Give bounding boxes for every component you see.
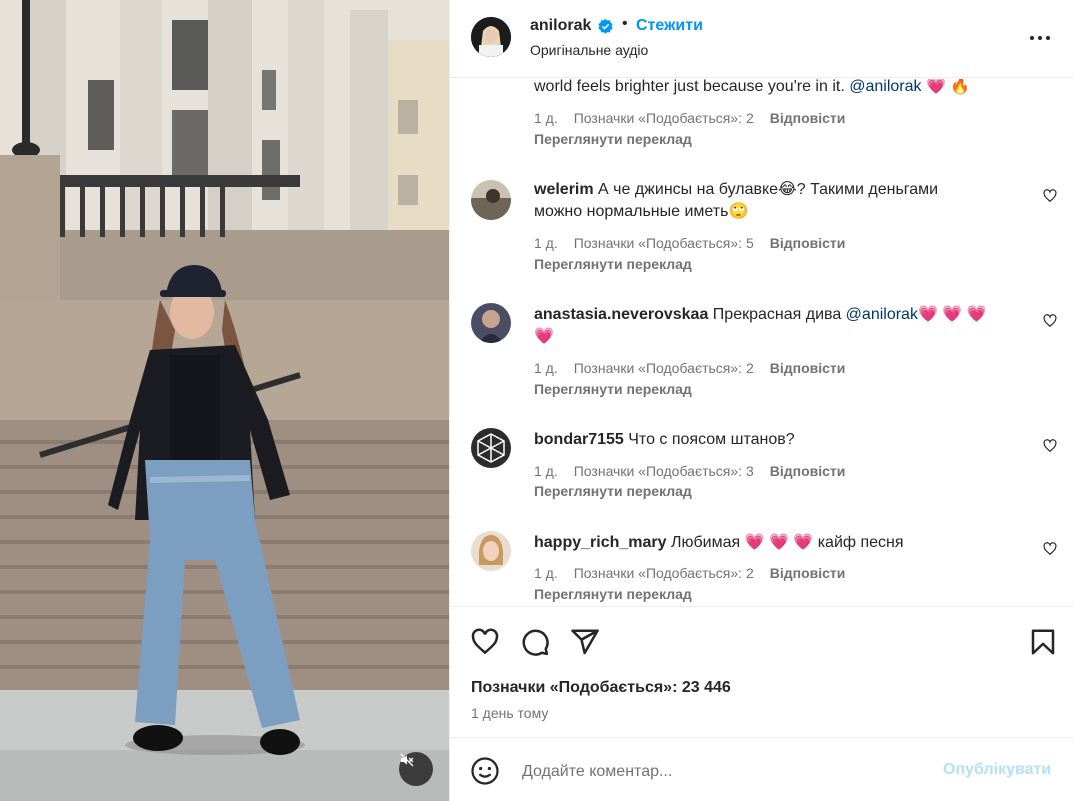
post-video[interactable]: [0, 0, 449, 801]
avatar-image: [471, 180, 511, 220]
comments-list[interactable]: world feels brighter just because you're…: [450, 79, 1074, 606]
avatar-image: [471, 17, 511, 57]
translate-link[interactable]: Переглянути переклад: [534, 483, 692, 499]
comment-time: 1 д.: [534, 235, 558, 251]
comment-time: 1 д.: [534, 565, 558, 581]
comment-meta: 1 д. Позначки «Подобається»: 2 Відповісти: [534, 110, 861, 126]
avatar-image: [471, 428, 511, 468]
commenter-avatar[interactable]: [471, 303, 511, 343]
comment-meta: 1 д. Позначки «Подобається»: 5 Відповісти: [534, 235, 861, 251]
comment-body: А че джинсы на булавке😂? Такими деньгами: [598, 181, 939, 198]
author-avatar[interactable]: [471, 17, 511, 57]
comment-meta: 1 д. Позначки «Подобається»: 2 Відповісти: [534, 565, 861, 581]
comment-body: Любимая: [670, 534, 745, 551]
comment-emojis: 💗 🔥: [925, 79, 971, 95]
reply-button[interactable]: Відповісти: [770, 463, 846, 479]
commenter-username[interactable]: anastasia.neverovskaa: [534, 306, 708, 323]
heart-icon[interactable]: [470, 627, 500, 657]
post-panel: anilorak • Стежити Оригінальне аудіо wor…: [449, 0, 1074, 801]
comment-time: 1 д.: [534, 360, 558, 376]
comment-text: bondar7155 Что с поясом штанов?: [534, 429, 795, 451]
original-audio-link[interactable]: Оригінальне аудіо: [530, 42, 648, 58]
post-timestamp[interactable]: 1 день тому: [471, 705, 548, 721]
like-comment-heart-icon[interactable]: [1043, 314, 1057, 328]
comment-body: Прекрасная дива: [712, 306, 846, 323]
comment-like-count[interactable]: Позначки «Подобається»: 3: [574, 463, 754, 479]
translate-link[interactable]: Переглянути переклад: [534, 381, 692, 397]
commenter-avatar[interactable]: [471, 428, 511, 468]
translate-link[interactable]: Переглянути переклад: [534, 586, 692, 602]
reply-button[interactable]: Відповісти: [770, 110, 846, 126]
mute-toggle-button[interactable]: [399, 752, 433, 786]
translate-link[interactable]: Переглянути переклад: [534, 131, 692, 147]
comment-emojis: 💗: [534, 328, 554, 345]
post-like-count[interactable]: Позначки «Подобається»: 23 446: [471, 679, 731, 697]
more-options-icon[interactable]: [1028, 26, 1052, 50]
comment-mention[interactable]: @anilorak: [849, 79, 921, 95]
comment-meta: 1 д. Позначки «Подобається»: 3 Відповісти: [534, 463, 861, 479]
comment-body: можно нормальные иметь🙄: [534, 203, 749, 220]
bookmark-icon[interactable]: [1028, 627, 1058, 657]
reply-button[interactable]: Відповісти: [770, 235, 846, 251]
share-icon[interactable]: [570, 627, 600, 657]
comment-icon[interactable]: [520, 627, 550, 657]
comment-body: кайф песня: [817, 534, 904, 551]
comment-text: world feels brighter just because you're…: [534, 79, 970, 98]
avatar-image: [471, 531, 511, 571]
commenter-username[interactable]: bondar7155: [534, 431, 624, 448]
comment-input[interactable]: [520, 758, 934, 786]
avatar-image: [471, 303, 511, 343]
reply-button[interactable]: Відповісти: [770, 565, 846, 581]
comment-body: world feels brighter just because you're…: [534, 79, 850, 95]
comment-composer: Опублікувати: [450, 737, 1074, 801]
comment-emojis: 💗 💗 💗: [917, 306, 987, 323]
verified-badge-icon: [598, 18, 613, 34]
comment-time: 1 д.: [534, 110, 558, 126]
comment-like-count[interactable]: Позначки «Подобається»: 5: [574, 235, 754, 251]
follow-button[interactable]: Стежити: [636, 17, 703, 35]
comment-emojis: 💗 💗 💗: [744, 534, 814, 551]
comment-meta: 1 д. Позначки «Подобається»: 2 Відповісти: [534, 360, 861, 376]
comment-like-count[interactable]: Позначки «Подобається»: 2: [574, 360, 754, 376]
commenter-avatar[interactable]: [471, 180, 511, 220]
comment-like-count[interactable]: Позначки «Подобається»: 2: [574, 110, 754, 126]
commenter-username[interactable]: welerim: [534, 181, 594, 198]
comment-text: welerim А че джинсы на булавке😂? Такими …: [534, 179, 938, 223]
post-header: anilorak • Стежити Оригінальне аудіо: [450, 0, 1074, 78]
commenter-avatar[interactable]: [471, 531, 511, 571]
like-comment-heart-icon[interactable]: [1043, 189, 1057, 203]
muted-speaker-icon: [400, 753, 414, 767]
comment-like-count[interactable]: Позначки «Подобається»: 2: [574, 565, 754, 581]
like-comment-heart-icon[interactable]: [1043, 439, 1057, 453]
video-frame: [0, 0, 449, 801]
post-actions: Позначки «Подобається»: 23 446 1 день то…: [450, 606, 1074, 737]
emoji-icon[interactable]: [470, 756, 500, 786]
comment-text: happy_rich_mary Любимая 💗 💗 💗 кайф песня: [534, 532, 904, 554]
comment-mention[interactable]: @anilorak: [846, 306, 918, 323]
comment-time: 1 д.: [534, 463, 558, 479]
publish-button[interactable]: Опублікувати: [943, 761, 1051, 779]
comment-body: Что с поясом штанов?: [628, 431, 795, 448]
translate-link[interactable]: Переглянути переклад: [534, 256, 692, 272]
separator-dot: •: [622, 15, 628, 32]
author-username[interactable]: anilorak: [530, 17, 591, 35]
reply-button[interactable]: Відповісти: [770, 360, 846, 376]
commenter-username[interactable]: happy_rich_mary: [534, 534, 667, 551]
like-comment-heart-icon[interactable]: [1043, 542, 1057, 556]
comment-text: anastasia.neverovskaa Прекрасная дива @a…: [534, 304, 987, 348]
